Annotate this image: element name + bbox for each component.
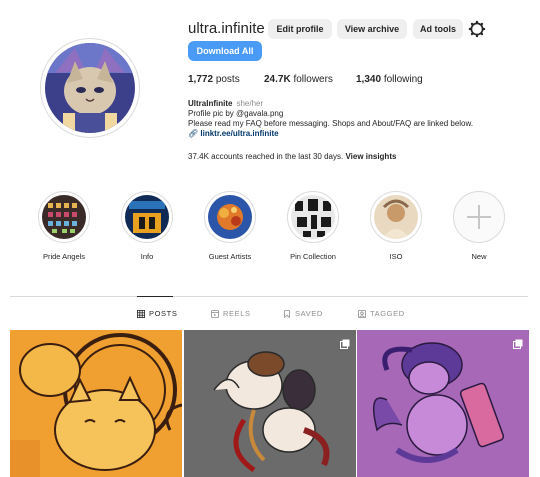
highlight-info[interactable]: Info [117,191,177,261]
tab-saved[interactable]: SAVED [283,309,323,318]
view-insights-link[interactable]: View insights [345,152,396,161]
highlight-label: Guest Artists [208,252,252,261]
active-tab-indicator [137,296,173,297]
highlight-pride-angels[interactable]: Pride Angels [34,191,94,261]
highlight-guest-artists[interactable]: Guest Artists [200,191,260,261]
highlight-pin-collection[interactable]: Pin Collection [283,191,343,261]
reels-icon [211,309,219,318]
bio-line: Profile pic by @gavala.png [188,109,284,118]
profile-bio: UltraInfinite she/her Profile pic by @gav… [188,99,518,139]
tab-posts[interactable]: POSTS [137,309,177,318]
highlight-iso[interactable]: ISO [366,191,426,261]
highlight-label: Pin Collection [290,252,336,261]
followers-count[interactable]: 24.7K followers [264,74,333,85]
download-all-button[interactable]: Download All [188,41,262,61]
avatar [45,43,135,133]
multiple-images-icon [340,336,350,349]
grid-icon [137,309,145,318]
edit-profile-button[interactable]: Edit profile [268,19,332,39]
tab-tagged[interactable]: TAGGED [358,309,405,318]
bookmark-icon [284,309,290,318]
link-icon: 🔗︎ [188,129,199,138]
ad-tools-button[interactable]: Ad tools [413,19,463,39]
highlight-label: ISO [389,252,403,261]
tab-reels[interactable]: REELS [211,309,251,318]
pronouns: she/her [236,99,264,108]
profile-avatar[interactable] [40,38,140,138]
highlight-label: Pride Angels [42,252,86,261]
username: ultra.infinite [188,20,265,37]
tag-icon [358,309,366,318]
highlight-label: New [471,252,487,261]
highlight-label: Info [140,252,154,261]
tabs-divider [10,296,528,297]
display-name: UltraInfinite [188,99,233,108]
bio-line: Please read my FAQ before messaging. Sho… [188,119,474,128]
highlight-new[interactable]: New [449,191,509,261]
insights-reach: 37.4K accounts reached in the last 30 da… [188,152,397,161]
posts-count: 1,772 posts [188,74,240,85]
gear-icon[interactable] [468,20,486,38]
multiple-images-icon [513,336,523,349]
bio-link[interactable]: 🔗︎ linktr.ee/ultra.infinite [188,129,518,139]
view-archive-button[interactable]: View archive [337,19,407,39]
plus-icon [467,205,491,229]
following-count[interactable]: 1,340 following [356,74,423,85]
post-thumbnail[interactable] [357,330,529,477]
post-thumbnail[interactable] [184,330,356,477]
post-thumbnail[interactable] [10,330,182,477]
